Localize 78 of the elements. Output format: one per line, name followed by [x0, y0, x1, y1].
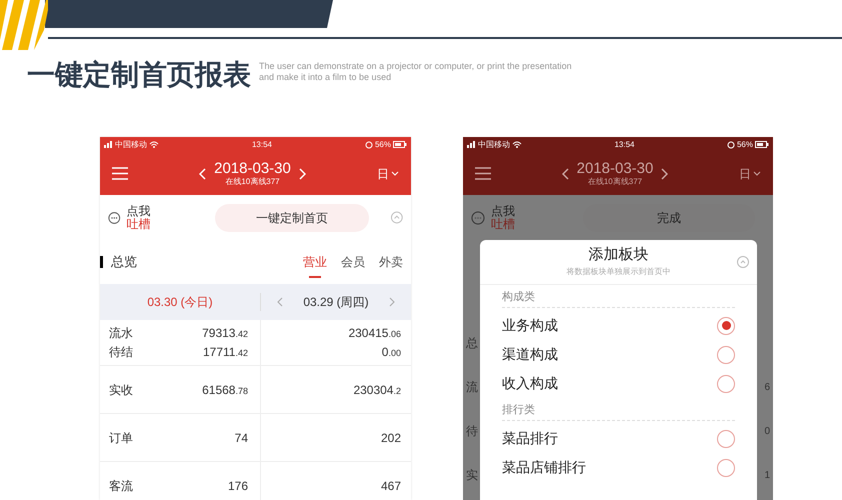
compare-date[interactable]: 03.29 (周四): [303, 293, 369, 311]
battery-percent: 56%: [736, 138, 753, 150]
chevron-right-icon[interactable]: [661, 168, 668, 180]
dimmed-label: 流: [466, 379, 478, 396]
signal-icon: [104, 141, 113, 148]
metric-label: 待结: [109, 344, 133, 361]
subtitle-text: The user can demonstrate on a projector or computer, or print the presentation: [259, 61, 572, 72]
feedback-label[interactable]: 点我: [126, 205, 159, 217]
radio-button[interactable]: [717, 458, 735, 476]
carrier-name: 中国移动: [115, 138, 147, 150]
caret-icon: [752, 171, 761, 176]
tab[interactable]: 会员: [341, 240, 365, 284]
dialog-subtitle: 将数据板块单独展示到首页中: [566, 266, 670, 278]
metric-value: 202: [380, 430, 401, 446]
option-label[interactable]: 收入构成: [502, 373, 558, 394]
metric-value: 467: [380, 478, 401, 494]
report-date: 2018-03-30: [576, 161, 654, 176]
feedback-label[interactable]: 吐槽: [126, 218, 159, 230]
dimmed-value: 1: [764, 468, 770, 482]
metric-value: 230304.2: [353, 382, 401, 398]
metric-value: 176: [228, 478, 248, 494]
metric-value: 17711.42: [203, 344, 248, 361]
dimmed-label: 实: [466, 467, 478, 484]
metric-label: 订单: [109, 430, 133, 446]
metric-value: 74: [234, 430, 248, 446]
signal-icon: [467, 141, 476, 148]
radio-button[interactable]: [717, 430, 735, 448]
tab[interactable]: 外卖: [379, 240, 403, 284]
group-heading: 构成类: [502, 289, 735, 308]
clock-time: 13:54: [614, 138, 634, 150]
report-date: 2018-03-30: [214, 161, 291, 176]
option-label[interactable]: 业务构成: [502, 315, 558, 336]
feedback-label[interactable]: 点我: [491, 205, 527, 217]
subtitle-text: and make it into a film to be used: [259, 72, 392, 83]
metric-value: 61568.78: [202, 382, 248, 398]
radio-button[interactable]: [717, 316, 735, 334]
page-title: 一键定制首页报表: [27, 61, 251, 89]
radio-button[interactable]: [717, 374, 735, 392]
chat-bubble-icon[interactable]: [108, 210, 121, 224]
metric-value: 0.00: [382, 344, 401, 361]
dimmed-value: 6: [764, 380, 770, 394]
metric-label: 流水: [109, 325, 133, 342]
customize-button[interactable]: 一键定制首页: [214, 204, 370, 232]
period-dropdown[interactable]: 日: [738, 164, 761, 182]
today-date[interactable]: 03.30 (今日): [100, 293, 261, 311]
metric-label: 客流: [109, 478, 133, 494]
section-title: 总览: [111, 253, 137, 272]
dimmed-label: 总: [466, 335, 478, 352]
option-label[interactable]: 菜品排行: [502, 428, 558, 449]
menu-icon[interactable]: [475, 167, 491, 180]
option-label[interactable]: 菜品店铺排行: [502, 457, 586, 478]
dimmed-label: 待: [466, 423, 478, 440]
battery-icon: [754, 141, 769, 148]
metric-label: 实收: [109, 382, 133, 398]
collapse-icon[interactable]: [391, 211, 403, 224]
close-icon[interactable]: [737, 256, 749, 268]
radio-button[interactable]: [717, 346, 735, 364]
caret-icon: [390, 171, 399, 176]
tab[interactable]: 营业: [303, 240, 327, 284]
battery-percent: 56%: [374, 138, 391, 150]
clock-time: 13:54: [252, 138, 272, 150]
alarm-icon: [726, 140, 735, 148]
period-dropdown[interactable]: 日: [376, 164, 399, 182]
online-count: 在线10离线377: [225, 178, 280, 186]
carrier-name: 中国移动: [478, 138, 510, 150]
wifi-icon: [512, 141, 522, 148]
chat-bubble-icon[interactable]: [471, 210, 485, 224]
battery-icon: [392, 141, 407, 148]
alarm-icon: [364, 140, 373, 148]
online-count: 在线10离线377: [588, 178, 642, 186]
wifi-icon: [149, 141, 159, 148]
chevron-left-icon[interactable]: [562, 168, 569, 180]
option-label[interactable]: 渠道构成: [502, 344, 558, 365]
metric-value: 230415.06: [348, 325, 401, 342]
dialog-title: 添加板块: [588, 246, 648, 262]
dimmed-value: 0: [764, 424, 770, 438]
group-heading: 排行类: [502, 402, 735, 421]
metric-value: 79313.42: [202, 325, 248, 342]
